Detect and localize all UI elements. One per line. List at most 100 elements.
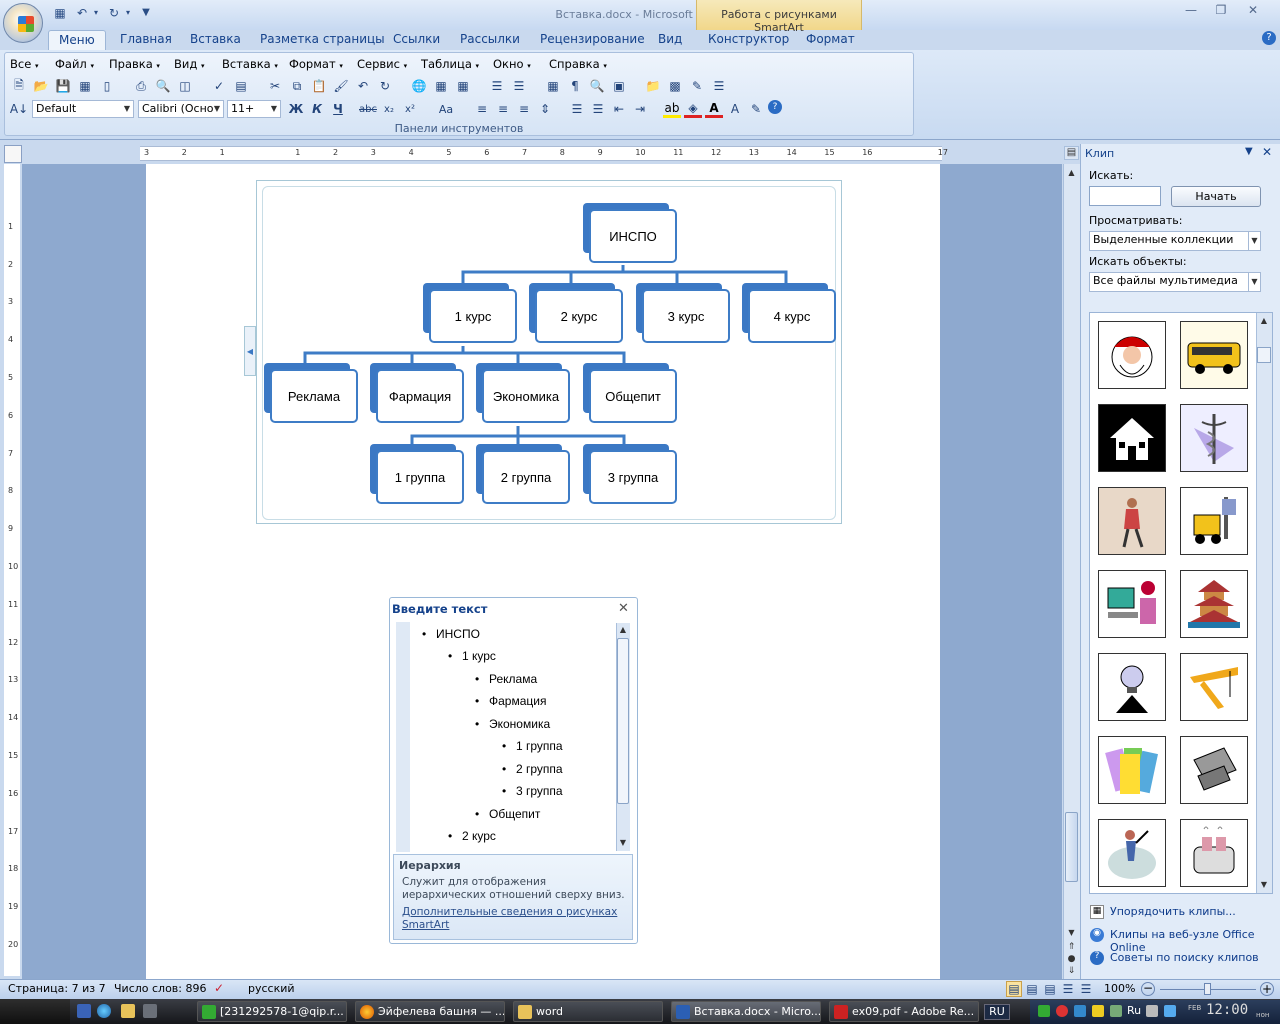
toaster-clipart[interactable] — [1180, 819, 1248, 887]
table-icon[interactable]: ▦ — [454, 77, 472, 95]
clock[interactable]: 12:00 — [1206, 1002, 1248, 1018]
caduceus-clipart[interactable] — [1180, 404, 1248, 472]
strikethrough-button[interactable]: abc — [359, 100, 377, 118]
style-select[interactable]: Default ▼ — [32, 100, 134, 118]
zoom-out-icon[interactable]: − — [1141, 982, 1155, 996]
vertical-ruler[interactable]: 1 2 3 4 5 6 7 8 9 10 11 12 13 14 15 16 17 18 19 20 — [4, 164, 20, 976]
tab-menu[interactable]: Меню — [48, 30, 106, 51]
taskbar-firefox[interactable]: Эйфелева башня — ... — [355, 1001, 505, 1022]
tab-home[interactable]: Главная — [110, 30, 182, 51]
research-icon[interactable]: ▤ — [232, 77, 250, 95]
highlight-icon[interactable]: ab — [663, 100, 681, 118]
zoom-slider-thumb[interactable] — [1204, 983, 1211, 995]
restore-icon[interactable]: ❐ — [1208, 2, 1234, 20]
list-item[interactable]: Реклама — [475, 672, 537, 686]
borders-icon[interactable]: ▦ — [432, 77, 450, 95]
undo-dropdown-icon[interactable]: ▾ — [92, 5, 100, 21]
node-group-2[interactable]: 2 группа — [476, 444, 570, 504]
node-group-3[interactable]: 3 группа — [583, 444, 677, 504]
browse-select[interactable]: Выделенные коллекции ▼ — [1089, 231, 1261, 251]
view-ruler-icon[interactable]: ▤ — [1064, 146, 1079, 160]
search-input[interactable] — [1089, 186, 1161, 206]
previous-page-icon[interactable]: ⇑ — [1064, 942, 1079, 954]
outline-icon[interactable]: ☰ — [1060, 981, 1076, 997]
menu-tools[interactable]: Сервис ▾ — [357, 57, 407, 71]
list-item[interactable]: 2 курс — [448, 829, 496, 843]
zoom-level[interactable]: 100% — [1104, 982, 1135, 995]
tennis-player-clipart[interactable] — [1098, 819, 1166, 887]
spelling-icon[interactable]: ✓ — [210, 77, 228, 95]
web-layout-icon[interactable]: ▤ — [1042, 981, 1058, 997]
tab-mailings[interactable]: Рассылки — [450, 30, 530, 51]
node-course-1[interactable]: 1 курс — [423, 283, 517, 343]
lightbulb-idea-clipart[interactable] — [1098, 653, 1166, 721]
house-clipart[interactable] — [1098, 404, 1166, 472]
office-button[interactable] — [3, 3, 43, 43]
menu-format[interactable]: Формат ▾ — [289, 57, 343, 71]
word-count[interactable]: Число слов: 896 — [114, 982, 207, 995]
search-start-button[interactable]: Начать — [1171, 186, 1261, 207]
styles-icon[interactable]: A↓ — [10, 100, 28, 118]
zoom-icon[interactable]: 🔍 — [588, 77, 606, 95]
show-formatting-icon[interactable]: ¶ — [566, 77, 584, 95]
forklift-clipart[interactable] — [1180, 487, 1248, 555]
scroll-thumb[interactable] — [1065, 812, 1078, 882]
bold-button[interactable]: Ж — [287, 100, 305, 118]
menu-window[interactable]: Окно ▾ — [493, 57, 531, 71]
list-item[interactable]: 1 курс — [448, 649, 496, 663]
folder-icon[interactable] — [121, 1004, 135, 1018]
scroll-up-icon[interactable]: ▲ — [1257, 316, 1271, 326]
align-right-icon[interactable]: ≡ — [515, 100, 533, 118]
next-page-icon[interactable]: ⇓ — [1064, 966, 1079, 978]
font-size-select[interactable]: 11+ ▼ — [227, 100, 281, 118]
print-layout-icon[interactable]: ▤ — [1006, 981, 1022, 997]
tab-insert[interactable]: Вставка — [180, 30, 251, 51]
list-item[interactable]: 1 группа — [502, 739, 562, 753]
browse-object-icon[interactable]: ● — [1064, 954, 1079, 966]
tray-icon[interactable] — [1038, 1005, 1050, 1017]
tray-icon[interactable] — [1146, 1005, 1158, 1017]
text-pane-toggle[interactable]: ◀ — [244, 326, 256, 376]
tray-icon[interactable] — [1092, 1005, 1104, 1017]
ie-icon[interactable] — [97, 1004, 111, 1018]
menu-insert[interactable]: Вставка ▾ — [222, 57, 278, 71]
numbering-icon[interactable]: ☰ — [568, 100, 586, 118]
increase-indent-icon[interactable]: ⇥ — [631, 100, 649, 118]
tab-review[interactable]: Рецензирование — [530, 30, 655, 51]
redo-icon[interactable]: ↻ — [376, 77, 394, 95]
node-root[interactable]: ИНСПО — [583, 203, 677, 263]
help-icon[interactable]: ? — [768, 100, 782, 114]
node-faculty-obshchepit[interactable]: Общепит — [583, 363, 677, 423]
pdf-icon[interactable]: ▯ — [98, 77, 116, 95]
change-case-button[interactable]: Aa — [433, 100, 459, 118]
redo-icon[interactable]: ↻ — [106, 5, 122, 21]
folder-icon[interactable]: 📁 — [644, 77, 662, 95]
type-select[interactable]: Все файлы мультимедиа ▼ — [1089, 272, 1261, 292]
tab-references[interactable]: Ссылки — [383, 30, 450, 51]
language-indicator[interactable]: русский — [248, 982, 295, 995]
list-item[interactable]: 3 группа — [502, 784, 562, 798]
menu-help[interactable]: Справка ▾ — [549, 57, 607, 71]
shading-icon[interactable]: ◈ — [684, 100, 702, 118]
horizontal-ruler[interactable]: 3 2 1 1 2 3 4 5 6 7 8 9 10 11 12 13 14 15 16 17 — [140, 146, 948, 161]
page-indicator[interactable]: Страница: 7 из 7 — [8, 982, 106, 995]
papers-clipart[interactable] — [1098, 736, 1166, 804]
format-painter-icon[interactable]: 🖌 — [332, 77, 350, 95]
node-course-4[interactable]: 4 курс — [742, 283, 836, 343]
close-icon[interactable]: ✕ — [618, 601, 629, 616]
taskbar-qip[interactable]: [231292578-1@qip.r... — [197, 1001, 347, 1022]
search-tips-link[interactable]: Советы по поиску клипов — [1110, 951, 1259, 964]
santa-clipart[interactable] — [1098, 321, 1166, 389]
menu-view[interactable]: Вид ▾ — [174, 57, 205, 71]
open-icon[interactable]: 📂 — [32, 77, 50, 95]
scroll-up-icon[interactable]: ▲ — [617, 625, 629, 635]
list-item[interactable]: Фармация — [475, 694, 547, 708]
list-item[interactable]: 2 группа — [502, 762, 562, 776]
list-item[interactable]: Экономика — [475, 717, 550, 731]
tray-language[interactable]: Ru — [1127, 1004, 1141, 1017]
superscript-button[interactable]: x² — [401, 100, 419, 118]
organize-clips-link[interactable]: Упорядочить клипы... — [1110, 905, 1236, 918]
tray-icon[interactable] — [1110, 1005, 1122, 1017]
scroll-thumb[interactable] — [1257, 347, 1271, 363]
permission-icon[interactable]: ▦ — [76, 77, 94, 95]
